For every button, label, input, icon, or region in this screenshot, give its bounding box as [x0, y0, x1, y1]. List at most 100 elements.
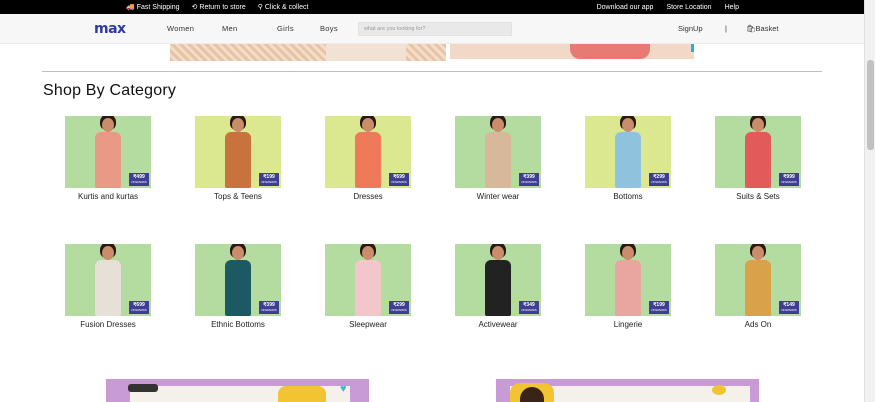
nav-boys[interactable]: Boys [320, 24, 338, 33]
category-label[interactable]: Kurtis and kurtas [48, 192, 168, 201]
nav-men[interactable]: Men [222, 24, 238, 33]
model-head [622, 246, 634, 260]
price-subtext: ONWARDS [521, 180, 537, 184]
category-tile[interactable]: ₹399 ONWARDS [195, 244, 281, 316]
model-outfit [95, 260, 121, 316]
price-badge: ₹699 ONWARDS [129, 301, 149, 314]
nav-women[interactable]: Women [167, 24, 194, 33]
model-head [492, 118, 504, 132]
person-icon: ⚲ [257, 4, 263, 11]
category-tile[interactable]: ₹299 ONWARDS [325, 244, 411, 316]
model-outfit [95, 132, 121, 188]
search-input[interactable]: what are you looking for? [358, 22, 512, 36]
category-tile[interactable]: ₹499 ONWARDS [65, 116, 151, 188]
price-subtext: ONWARDS [131, 308, 147, 312]
category-label[interactable]: Lingerie [568, 320, 688, 329]
download-app-link[interactable]: Download our app [597, 4, 654, 11]
return-to-store-link[interactable]: ⟲ Return to store [191, 3, 246, 12]
category-tile[interactable]: ₹199 ONWARDS [585, 244, 671, 316]
price-subtext: ONWARDS [651, 308, 667, 312]
model-outfit [745, 132, 771, 188]
help-link[interactable]: Help [725, 4, 739, 11]
heart-icon: ♥ [340, 383, 347, 395]
signup-link[interactable]: SignUp [678, 24, 703, 33]
basket-icon: 🛍 [746, 24, 756, 33]
category-label[interactable]: Fusion Dresses [48, 320, 168, 329]
basket-link[interactable]: 🛍Basket [746, 24, 778, 33]
page-scrollbar[interactable] [864, 0, 875, 402]
category-label[interactable]: Ethnic Bottoms [178, 320, 298, 329]
promo-badge [712, 385, 726, 395]
category-label[interactable]: Bottoms [568, 192, 688, 201]
price-subtext: ONWARDS [391, 180, 407, 184]
model-outfit [745, 260, 771, 316]
model-head [752, 118, 764, 132]
store-location-link[interactable]: Store Location [666, 4, 711, 11]
price-badge: ₹299 ONWARDS [389, 301, 409, 314]
price-badge: ₹199 ONWARDS [649, 301, 669, 314]
price-subtext: ONWARDS [781, 308, 797, 312]
section-title: Shop By Category [43, 82, 177, 99]
price-subtext: ONWARDS [651, 180, 667, 184]
model-head [492, 246, 504, 260]
category-label[interactable]: Sleepwear [308, 320, 428, 329]
category-tile[interactable]: ₹699 ONWARDS [325, 116, 411, 188]
promo-banner-left[interactable]: ♥ [106, 379, 369, 402]
model-outfit [225, 132, 251, 188]
model-head [232, 118, 244, 132]
category-tile[interactable]: ₹149 ONWARDS [715, 244, 801, 316]
category-label[interactable]: Suits & Sets [698, 192, 818, 201]
click-collect-link[interactable]: ⚲ Click & collect [257, 3, 309, 12]
return-icon: ⟲ [191, 4, 198, 11]
model-outfit [485, 260, 511, 316]
return-to-store-label: Return to store [199, 3, 246, 11]
model-head [362, 246, 374, 260]
category-label[interactable]: Dresses [308, 192, 428, 201]
category-tile[interactable]: ₹699 ONWARDS [65, 244, 151, 316]
promo-banner-right[interactable] [496, 379, 759, 402]
price-subtext: ONWARDS [261, 180, 277, 184]
category-tile[interactable]: ₹999 ONWARDS [715, 116, 801, 188]
category-label[interactable]: Tops & Teens [178, 192, 298, 201]
model-head [102, 246, 114, 260]
model-head [232, 246, 244, 260]
price-badge: ₹399 ONWARDS [259, 301, 279, 314]
price-subtext: ONWARDS [781, 180, 797, 184]
utility-left-group: 🚚 Fast Shipping ⟲ Return to store ⚲ Click &… [126, 3, 309, 12]
model-head [622, 118, 634, 132]
hero-banner-left[interactable] [170, 44, 446, 61]
price-badge: ₹399 ONWARDS [519, 173, 539, 186]
category-label[interactable]: Winter wear [438, 192, 558, 201]
price-badge: ₹999 ONWARDS [779, 173, 799, 186]
main-navbar: max Women Men Girls Boys what are you lo… [0, 14, 864, 44]
price-badge: ₹349 ONWARDS [519, 301, 539, 314]
top-utility-bar: 🚚 Fast Shipping ⟲ Return to store ⚲ Click &… [0, 0, 864, 14]
fast-shipping-link[interactable]: 🚚 Fast Shipping [126, 3, 180, 12]
price-subtext: ONWARDS [521, 308, 537, 312]
model-outfit [225, 260, 251, 316]
category-tile[interactable]: ₹299 ONWARDS [585, 116, 671, 188]
truck-icon: 🚚 [126, 4, 135, 11]
category-tile[interactable]: ₹399 ONWARDS [455, 116, 541, 188]
category-label[interactable]: Ads On [698, 320, 818, 329]
hero-banner-right[interactable] [450, 44, 694, 59]
section-divider [42, 71, 822, 72]
category-tile[interactable]: ₹349 ONWARDS [455, 244, 541, 316]
nav-girls[interactable]: Girls [277, 24, 294, 33]
logo-text: max [94, 21, 126, 37]
brand-logo[interactable]: max [94, 21, 126, 37]
category-tile[interactable]: ₹199 ONWARDS [195, 116, 281, 188]
model-outfit [355, 260, 381, 316]
banner-accent [691, 44, 694, 52]
scrollbar-thumb[interactable] [867, 60, 874, 150]
sunglasses-graphic [128, 384, 158, 392]
model-outfit [355, 132, 381, 188]
price-badge: ₹199 ONWARDS [259, 173, 279, 186]
basket-label: Basket [755, 24, 779, 33]
price-subtext: ONWARDS [391, 308, 407, 312]
banner-figure [570, 44, 650, 59]
promo-shape [278, 386, 326, 402]
model-head [752, 246, 764, 260]
model-outfit [615, 260, 641, 316]
category-label[interactable]: Activewear [438, 320, 558, 329]
